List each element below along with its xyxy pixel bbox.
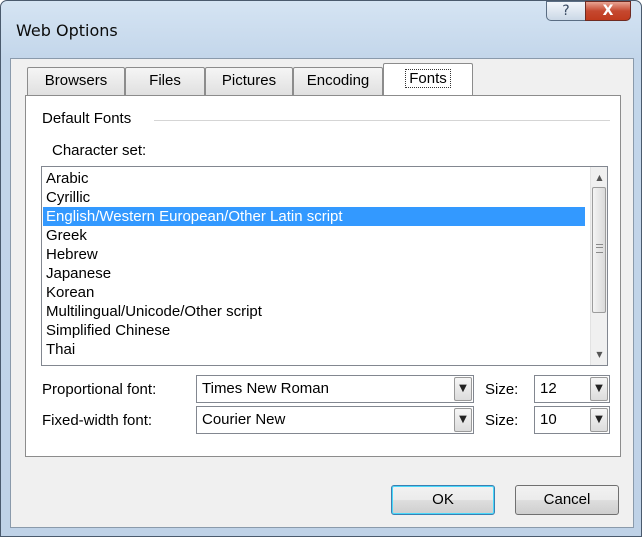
tab-encoding[interactable]: Encoding	[293, 67, 383, 95]
ok-button[interactable]: OK	[391, 485, 495, 515]
help-button[interactable]: ?	[546, 1, 586, 21]
tab-label: Fonts	[405, 69, 451, 88]
group-divider	[154, 120, 610, 121]
tab-label: Browsers	[44, 72, 108, 89]
help-icon: ?	[562, 3, 570, 19]
grip-icon	[596, 244, 603, 253]
list-item[interactable]: Multilingual/Unicode/Other script	[43, 302, 585, 321]
group-title: Default Fonts	[42, 110, 132, 127]
list-item[interactable]: Thai	[43, 340, 585, 359]
proportional-font-select[interactable]: Times New Roman ▼	[196, 375, 474, 403]
list-item[interactable]: Simplified Chinese	[43, 321, 585, 340]
tab-browsers[interactable]: Browsers	[27, 67, 125, 95]
fixed-width-font-value: Courier New	[202, 411, 286, 428]
proportional-size-value: 12	[540, 380, 557, 397]
proportional-font-value: Times New Roman	[202, 380, 329, 397]
list-item[interactable]: English/Western European/Other Latin scr…	[43, 207, 585, 226]
list-item[interactable]: Hebrew	[43, 245, 585, 264]
vertical-scrollbar[interactable]: ▲ ▼	[590, 167, 607, 365]
close-icon: X	[602, 3, 614, 19]
fixed-size-label: Size:	[485, 412, 519, 429]
tab-label: Encoding	[306, 72, 370, 89]
scroll-thumb[interactable]	[592, 187, 606, 313]
list-item[interactable]: Japanese	[43, 264, 585, 283]
list-item[interactable]: Korean	[43, 283, 585, 302]
list-item[interactable]: Greek	[43, 226, 585, 245]
fixed-width-font-label: Fixed-width font:	[42, 412, 153, 429]
proportional-size-label: Size:	[485, 381, 519, 398]
dialog-client-area: Browsers Files Pictures Encoding Fonts D…	[10, 58, 634, 528]
tab-files[interactable]: Files	[125, 67, 205, 95]
fixed-size-select[interactable]: 10 ▼	[534, 406, 610, 434]
tab-label: Pictures	[221, 72, 277, 89]
chevron-down-icon[interactable]: ▼	[454, 408, 472, 432]
fixed-size-value: 10	[540, 411, 557, 428]
character-set-list[interactable]: Arabic Cyrillic English/Western European…	[41, 166, 608, 366]
chevron-down-icon[interactable]: ▼	[454, 377, 472, 401]
dialog-title: Web Options	[16, 21, 118, 40]
web-options-dialog: Web Options ? X Browsers Files Pictures …	[0, 0, 642, 537]
proportional-size-select[interactable]: 12 ▼	[534, 375, 610, 403]
list-item[interactable]: Cyrillic	[43, 188, 585, 207]
fonts-tab-panel: Default Fonts Character set: Arabic Cyri…	[25, 95, 621, 457]
fixed-width-font-select[interactable]: Courier New ▼	[196, 406, 474, 434]
chevron-down-icon[interactable]: ▼	[590, 408, 608, 432]
scroll-down-arrow-icon[interactable]: ▼	[591, 346, 607, 363]
scroll-up-arrow-icon[interactable]: ▲	[591, 169, 607, 186]
list-item[interactable]: Arabic	[43, 169, 585, 188]
chevron-down-icon[interactable]: ▼	[590, 377, 608, 401]
tab-fonts[interactable]: Fonts	[383, 63, 473, 95]
tab-label: Files	[149, 72, 181, 89]
close-button[interactable]: X	[585, 1, 631, 21]
proportional-font-label: Proportional font:	[42, 381, 157, 398]
tab-pictures[interactable]: Pictures	[205, 67, 293, 95]
charset-label: Character set:	[52, 142, 147, 159]
cancel-button[interactable]: Cancel	[515, 485, 619, 515]
